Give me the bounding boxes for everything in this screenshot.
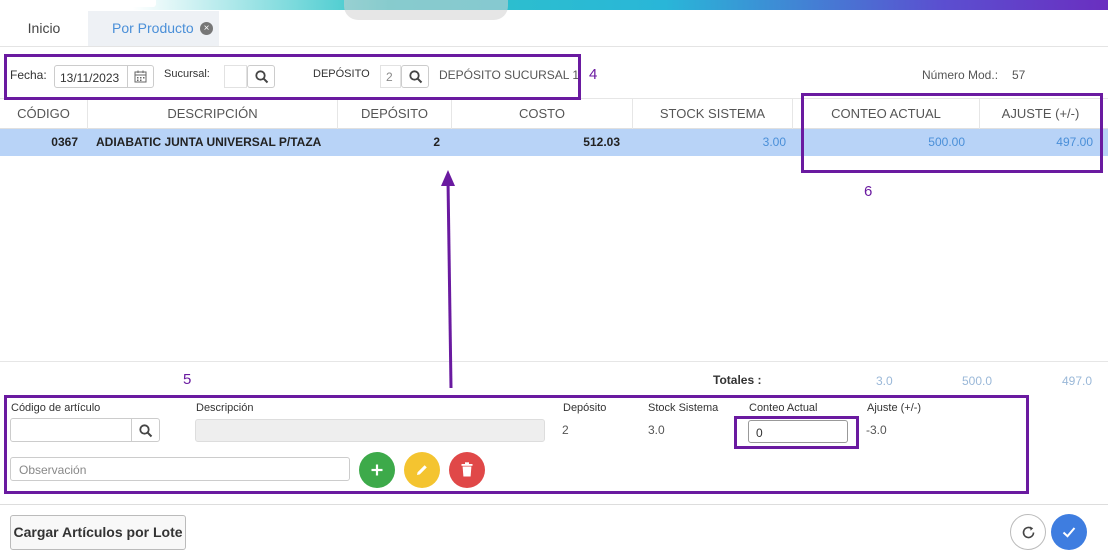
cell-descripcion: ADIABATIC JUNTA UNIVERSAL P/TAZA [96,135,322,149]
top-bar [0,0,1108,10]
cell-deposito: 2 [433,135,440,149]
refresh-icon [1022,526,1035,539]
cell-costo: 512.03 [583,135,620,149]
tab-por-producto-label: Por Producto [112,20,194,36]
annotation-box-conteo [734,416,859,449]
close-icon[interactable]: × [200,22,213,35]
tab-bar: Inicio Por Producto × [0,11,1108,47]
footer-bar: Cargar Artículos por Lote [0,504,1108,557]
total-stock: 3.0 [876,374,893,388]
col-deposito[interactable]: DEPÓSITO [338,99,452,129]
col-codigo[interactable]: CÓDIGO [0,99,88,129]
numero-mod-value: 57 [1012,68,1026,82]
col-descripcion[interactable]: DESCRIPCIÓN [88,99,338,129]
confirm-button[interactable] [1051,514,1087,550]
top-bar-notch [104,0,156,7]
annotation-number-5: 5 [183,371,192,388]
annotation-box-5 [4,395,1029,494]
annotation-box-4 [4,54,581,100]
totals-label: Totales : [713,373,762,387]
annotation-box-6 [801,93,1103,173]
tab-inicio[interactable]: Inicio [0,11,88,46]
cargar-lote-button[interactable]: Cargar Artículos por Lote [10,515,186,550]
col-stock-sistema[interactable]: STOCK SISTEMA [633,99,793,129]
annotation-number-6: 6 [864,183,873,200]
numero-mod-label: Número Mod.: [922,68,999,82]
total-ajuste: 497.0 [1062,374,1093,388]
totals-row: Totales : 3.0 500.0 497.0 [0,361,1108,393]
col-costo[interactable]: COSTO [452,99,633,129]
refresh-button[interactable] [1010,514,1046,550]
cell-stock: 3.00 [762,135,786,149]
total-conteo: 500.0 [962,374,993,388]
cell-codigo: 0367 [51,135,78,149]
tab-por-producto[interactable]: Por Producto × [88,11,219,46]
check-icon [1062,527,1076,538]
annotation-number-4: 4 [589,66,598,83]
annotation-arrow [441,170,455,389]
